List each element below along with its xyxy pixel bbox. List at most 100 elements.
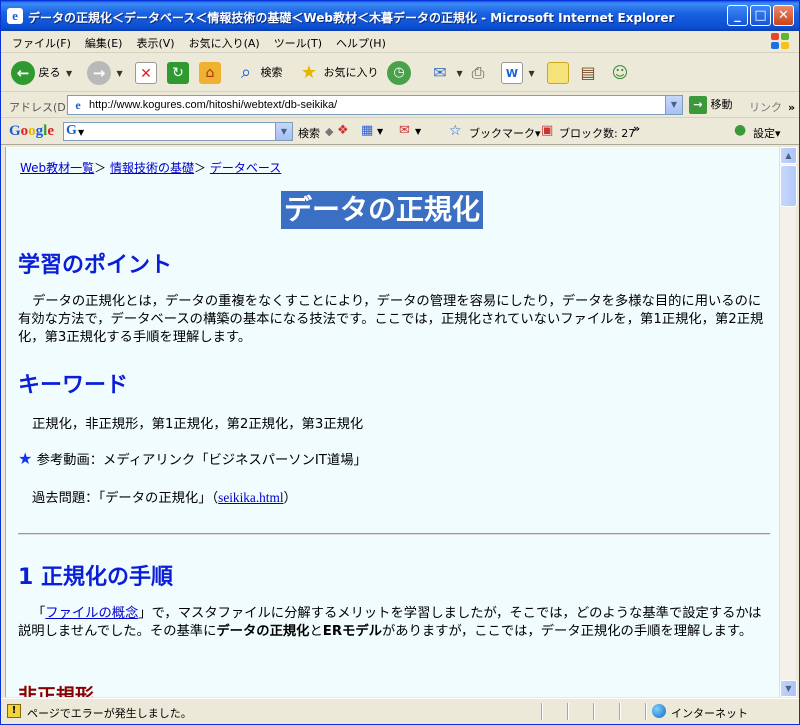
- print-icon: ⎙: [471, 63, 485, 82]
- menu-file[interactable]: ファイル(F): [5, 31, 78, 51]
- google-g-icon: G: [66, 123, 77, 138]
- google-logo[interactable]: Google: [9, 123, 54, 140]
- video-star-icon[interactable]: ★: [18, 449, 32, 468]
- address-label: アドレス(D): [9, 101, 71, 114]
- windows-logo-icon: [771, 33, 791, 51]
- video-reference: ★ 参考動画：メディアリンク「ビジネスパーソンIT道場」: [18, 449, 367, 468]
- search-button[interactable]: ⌕ 検索: [235, 59, 283, 87]
- scroll-up-icon[interactable]: ▲: [780, 147, 797, 164]
- maximize-button[interactable]: □: [750, 5, 771, 26]
- menu-view[interactable]: 表示(V): [129, 31, 181, 51]
- page-title: データの正規化: [281, 191, 484, 229]
- highlight-dropdown-icon[interactable]: ▼: [377, 127, 383, 136]
- bookmarks-button[interactable]: ブックマーク▾: [469, 125, 541, 141]
- search-icon: ⌕: [240, 62, 252, 83]
- google-search-button[interactable]: 検索: [298, 125, 320, 141]
- title-bar[interactable]: e データの正規化＜データベース＜情報技術の基礎＜Web教材＜木暮データの正規化…: [1, 1, 799, 31]
- address-input[interactable]: e http://www.kogures.com/hitoshi/webtext…: [67, 95, 683, 115]
- page-content[interactable]: Web教材一覧＞ 情報技術の基礎＞ データベース データの正規化 学習のポイント…: [5, 147, 779, 697]
- menu-tools[interactable]: ツール(T): [267, 31, 329, 51]
- google-history-dropdown-icon[interactable]: ▼: [275, 123, 292, 140]
- heading-learning-points: 学習のポイント: [18, 253, 173, 278]
- more-chevron-icon[interactable]: »: [633, 122, 640, 135]
- status-separator: [593, 703, 595, 720]
- note-icon: [547, 62, 569, 84]
- status-bar: ! ページでエラーが発生しました。 インターネット: [1, 698, 799, 724]
- scroll-down-icon[interactable]: ▼: [780, 680, 797, 697]
- ie-icon: e: [7, 8, 23, 24]
- popup-blocker-icon: ▣: [541, 123, 554, 138]
- back-button[interactable]: ← 戻る ▼: [11, 59, 72, 87]
- breadcrumb: Web教材一覧＞ 情報技術の基礎＞ データベース: [20, 161, 282, 175]
- favorites-button[interactable]: ★ お気に入り: [298, 59, 379, 87]
- status-separator: [541, 703, 543, 720]
- research-button[interactable]: ▤: [577, 59, 599, 87]
- discuss-button[interactable]: [547, 59, 569, 87]
- forward-dropdown-icon[interactable]: ▼: [117, 69, 123, 78]
- gmail-icon[interactable]: ✉: [399, 123, 410, 138]
- status-separator: [619, 703, 621, 720]
- browser-window: e データの正規化＜データベース＜情報技術の基礎＜Web教材＜木暮データの正規化…: [0, 0, 800, 725]
- highlight-icon[interactable]: ▦: [361, 123, 373, 138]
- address-url[interactable]: http://www.kogures.com/hitoshi/webtext/d…: [89, 99, 337, 111]
- file-concept-link[interactable]: ファイルの概念: [45, 606, 138, 621]
- status-separator: [567, 703, 569, 720]
- page-icon: e: [75, 98, 81, 112]
- messenger-button[interactable]: ☺: [609, 59, 631, 87]
- past-exam-link[interactable]: seikika.html: [218, 490, 283, 505]
- edit-button[interactable]: W ▼: [501, 59, 535, 87]
- scroll-thumb[interactable]: [780, 165, 797, 207]
- go-button[interactable]: → 移動: [689, 96, 733, 114]
- back-dropdown-icon[interactable]: ▼: [66, 69, 72, 78]
- popup-block-count[interactable]: ブロック数: 27: [559, 125, 635, 141]
- divider: [18, 533, 770, 535]
- status-separator: [645, 703, 647, 720]
- home-icon: ⌂: [199, 62, 221, 84]
- history-icon: ◷: [387, 61, 411, 85]
- chevron-right-icon: »: [788, 101, 796, 114]
- breadcrumb-link-webtext[interactable]: Web教材一覧: [20, 161, 94, 175]
- status-message: ページでエラーが発生しました。: [27, 707, 192, 720]
- window-title: データの正規化＜データベース＜情報技術の基礎＜Web教材＜木暮データの正規化 -…: [28, 11, 675, 25]
- stop-button[interactable]: ✕: [135, 59, 157, 87]
- settings-button[interactable]: 設定▾: [753, 125, 781, 141]
- menu-favorites[interactable]: お気に入り(A): [182, 31, 267, 51]
- internet-globe-icon: [652, 704, 666, 718]
- history-button[interactable]: ◷: [387, 59, 411, 87]
- address-bar: アドレス(D) e http://www.kogures.com/hitoshi…: [1, 93, 799, 118]
- warning-icon[interactable]: !: [7, 704, 21, 718]
- security-zone: インターネット: [671, 707, 748, 720]
- separator-icon: ◆: [325, 125, 334, 138]
- refresh-button[interactable]: ↻: [167, 59, 189, 87]
- books-icon: ▤: [580, 63, 596, 82]
- vertical-scrollbar[interactable]: ▲ ▼: [779, 147, 797, 697]
- address-dropdown-icon[interactable]: ▼: [665, 96, 682, 114]
- breadcrumb-link-it-basics[interactable]: 情報技術の基礎: [110, 161, 194, 175]
- mail-icon: ✉: [433, 63, 447, 82]
- gmail-dropdown-icon[interactable]: ▼: [415, 127, 421, 136]
- forward-button[interactable]: → ▼: [87, 59, 123, 87]
- close-button[interactable]: ✕: [773, 5, 794, 26]
- forward-arrow-icon: →: [87, 61, 111, 85]
- settings-status-icon: ●: [734, 122, 747, 138]
- learning-points-text: データの正規化とは，データの重複をなくすことにより，データの管理を容易にしたり，…: [18, 294, 764, 345]
- minimize-button[interactable]: _: [727, 5, 748, 26]
- home-button[interactable]: ⌂: [199, 59, 221, 87]
- keywords-text: 正規化，非正規形，第1正規化，第2正規化，第3正規化: [32, 417, 364, 432]
- heading-normalization-steps: 1 正規化の手順: [18, 565, 173, 590]
- print-button[interactable]: ⎙: [467, 59, 489, 87]
- google-engine-dropdown-icon[interactable]: ▼: [78, 128, 84, 137]
- news-icon[interactable]: ❖: [337, 123, 349, 138]
- edit-dropdown-icon[interactable]: ▼: [529, 69, 535, 78]
- star-icon: ★: [300, 62, 318, 83]
- standard-toolbar: ← 戻る ▼ → ▼ ✕ ↻ ⌂ ⌕ 検索 ★ お気に入り ◷ ✉ ▼ ⎙ W …: [1, 54, 799, 92]
- mail-button[interactable]: ✉ ▼: [429, 59, 463, 87]
- heading-unnormalized: 非正規形: [18, 685, 95, 697]
- links-button[interactable]: リンク»: [749, 99, 795, 115]
- menu-help[interactable]: ヘルプ(H): [329, 31, 393, 51]
- google-search-input[interactable]: G ▼ ▼: [63, 122, 293, 141]
- breadcrumb-link-database[interactable]: データベース: [210, 161, 281, 175]
- mail-dropdown-icon[interactable]: ▼: [457, 69, 463, 78]
- refresh-icon: ↻: [167, 62, 189, 84]
- menu-edit[interactable]: 編集(E): [78, 31, 130, 51]
